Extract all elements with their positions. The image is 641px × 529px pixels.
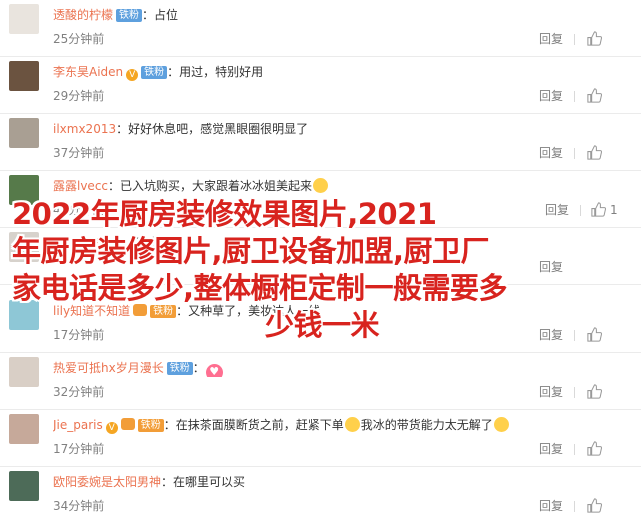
fan-badge: 铁粉 [137, 419, 164, 432]
overlay-line: 2022年厨房装修效果图片,2021 [12, 197, 437, 231]
username-link[interactable]: 透酸的柠檬 [53, 8, 113, 22]
like-button[interactable] [586, 144, 604, 162]
heart-emoji-icon: ♥ [205, 364, 223, 377]
reply-button[interactable]: 回复 [539, 441, 563, 457]
comment-text: 已入坑购买，大家跟着冰冰姐美起来 [120, 179, 313, 193]
username-link[interactable]: 露露lvecc [53, 179, 108, 193]
comment-line: 热爱可抵hx岁月漫长 铁粉： ♥ [53, 359, 621, 377]
divider [574, 444, 575, 455]
overlay-line: 少钱一米 [264, 308, 380, 342]
comment-text: 占位 [154, 8, 179, 22]
thumbs-up-icon [587, 31, 603, 46]
fan-badge: 铁粉 [166, 362, 193, 375]
username-link[interactable]: 欧阳委婉是太阳男神 [53, 475, 161, 489]
laugh-emoji-icon [313, 178, 329, 193]
timestamp: 32分钟前 [53, 385, 105, 399]
comment-item: 欧阳委婉是太阳男神：在哪里可以买 34分钟前 回复 [0, 467, 641, 524]
fan-badge: 铁粉 [116, 9, 143, 22]
verified-icon: V [126, 69, 139, 81]
timestamp: 37分钟前 [53, 146, 105, 160]
reply-button[interactable]: 回复 [539, 88, 563, 104]
gift-icon [120, 418, 135, 430]
fan-badge: 铁粉 [141, 66, 168, 79]
avatar[interactable] [9, 471, 39, 501]
comment-item: Jie_paris V 铁粉 ：在抹茶面膜断货之前，赶紧下单 我冰的带货能力太无解了 1… [0, 410, 641, 467]
thumbs-up-icon [587, 498, 603, 513]
username-link[interactable]: Jie_paris [53, 418, 103, 432]
reply-button[interactable]: 回复 [539, 384, 563, 400]
divider [574, 387, 575, 398]
divider [574, 91, 575, 102]
colon-sep: ： [108, 179, 121, 193]
comment-text-2: 我冰的带货能力太无解了 [360, 418, 493, 432]
comment-line: 透酸的柠檬 铁粉 ：占位 [53, 6, 621, 24]
comment-line: ilxmx2013：好好休息吧，感觉黑眼圈很明显了 [53, 120, 621, 138]
comment-item: 李东昊Aiden V 铁粉 ：用过，特别好用 29分钟前 回复 [0, 57, 641, 114]
comment-text: 好好休息吧，感觉黑眼圈很明显了 [128, 122, 309, 136]
avatar[interactable] [9, 61, 39, 91]
like-button[interactable] [586, 30, 604, 48]
reply-button[interactable]: 回复 [539, 145, 563, 161]
username-link[interactable]: ilxmx2013 [53, 122, 116, 136]
like-button[interactable] [586, 383, 604, 401]
divider [574, 501, 575, 512]
comment-item: 热爱可抵hx岁月漫长 铁粉： ♥ 32分钟前 回复 [0, 353, 641, 410]
overlay-line: 年厨房装修图片,厨卫设备加盟,厨卫厂 [12, 234, 490, 268]
reply-button[interactable]: 回复 [539, 31, 563, 47]
comment-text: 用过，特别好用 [179, 65, 264, 79]
verified-icon: V [105, 422, 118, 434]
timestamp: 34分钟前 [53, 499, 105, 513]
thumbs-up-icon [587, 441, 603, 456]
colon-sep: ： [167, 65, 180, 79]
avatar[interactable] [9, 414, 39, 444]
comment-line: Jie_paris V 铁粉 ：在抹茶面膜断货之前，赶紧下单 我冰的带货能力太无解了 [53, 416, 621, 434]
colon-sep: ： [142, 8, 155, 22]
comment-line: 欧阳委婉是太阳男神：在哪里可以买 [53, 473, 621, 491]
divider [574, 34, 575, 45]
comment-text: 在哪里可以买 [173, 475, 246, 489]
colon-sep: ： [161, 475, 174, 489]
comment-text: 在抹茶面膜断货之前，赶紧下单 [175, 418, 344, 432]
thumbs-up-icon [587, 88, 603, 103]
thumbs-up-icon [587, 145, 603, 160]
timestamp: 17分钟前 [53, 442, 105, 456]
avatar[interactable] [9, 357, 39, 387]
comment-line: 露露lvecc：已入坑购买，大家跟着冰冰姐美起来 [53, 177, 621, 195]
overlay-headline: 2022年厨房装修效果图片,2021 年厨房装修图片,厨卫设备加盟,厨卫厂 家电… [12, 196, 632, 344]
colon-sep: ： [116, 122, 129, 136]
comment-line: 李东昊Aiden V 铁粉 ：用过，特别好用 [53, 63, 621, 81]
username-link[interactable]: 李东昊Aiden [53, 65, 123, 79]
timestamp: 25分钟前 [53, 32, 105, 46]
like-button[interactable] [586, 497, 604, 515]
like-button[interactable] [586, 87, 604, 105]
overlay-line: 家电话是多少,整体橱柜定制一般需要多 [12, 271, 508, 305]
thumbs-up-icon [587, 384, 603, 399]
cat-emoji-icon [344, 417, 360, 432]
colon-sep: ： [163, 418, 176, 432]
username-link[interactable]: 热爱可抵hx岁月漫长 [53, 361, 164, 375]
colon-sep: ： [192, 361, 205, 375]
avatar[interactable] [9, 118, 39, 148]
comment-item: 透酸的柠檬 铁粉 ：占位 25分钟前 回复 [0, 0, 641, 57]
like-button[interactable] [586, 440, 604, 458]
reply-button[interactable]: 回复 [539, 498, 563, 514]
divider [574, 148, 575, 159]
comment-item: ilxmx2013：好好休息吧，感觉黑眼圈很明显了 37分钟前 回复 [0, 114, 641, 171]
sweat-emoji-icon [493, 417, 509, 432]
timestamp: 29分钟前 [53, 89, 105, 103]
avatar[interactable] [9, 4, 39, 34]
